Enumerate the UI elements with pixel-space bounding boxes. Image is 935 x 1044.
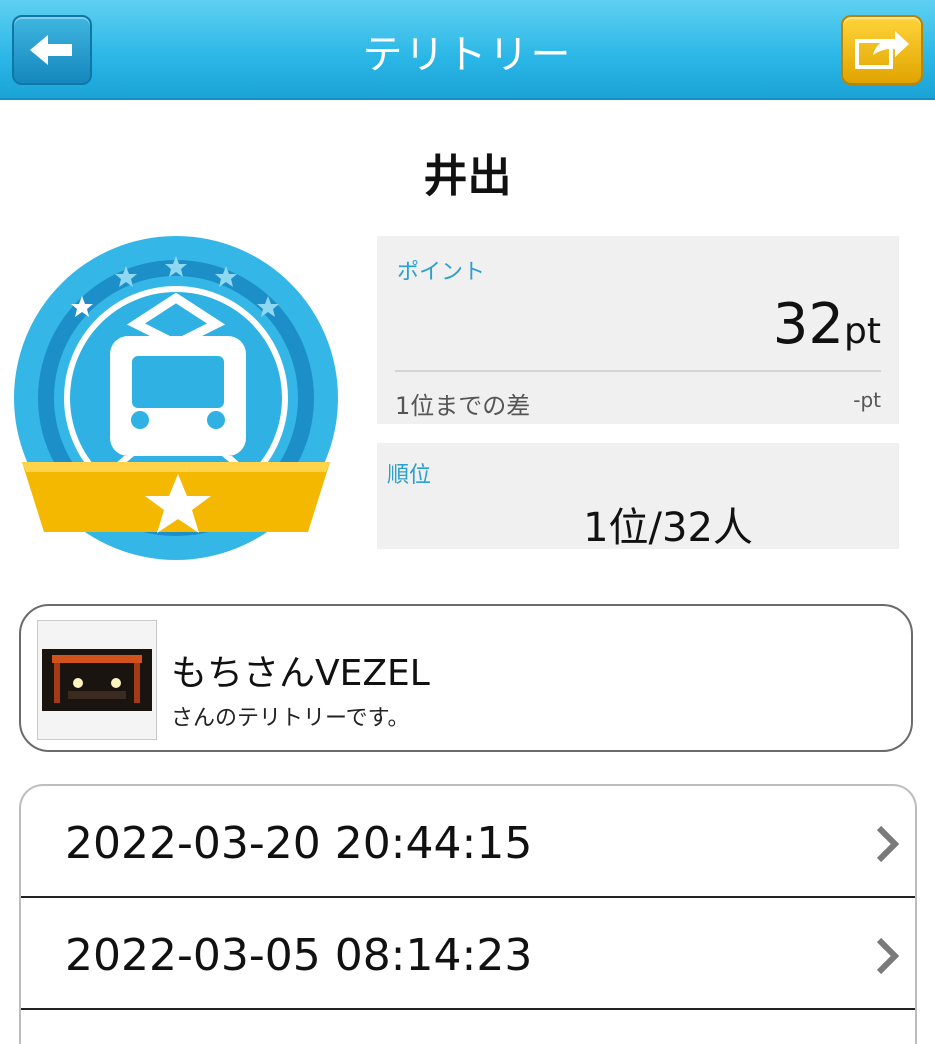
diff-value: -pt bbox=[853, 388, 881, 412]
owner-name: もちさんVEZEL bbox=[171, 653, 430, 694]
top-bar: テリトリー bbox=[0, 0, 935, 100]
territory-name: 井出 bbox=[423, 151, 512, 202]
train-badge-icon bbox=[14, 236, 338, 560]
page-title: テリトリー bbox=[362, 32, 573, 78]
points-label: ポイント bbox=[397, 260, 486, 285]
rank-panel: 順位 1位/32人 bbox=[377, 443, 899, 551]
points-value: 32pt bbox=[773, 292, 881, 357]
history-list: 2022-03-20 20:44:15 2022-03-05 08:14:23 bbox=[19, 784, 917, 1044]
owner-avatar bbox=[37, 620, 157, 740]
share-icon bbox=[855, 31, 909, 69]
history-datetime: 2022-03-20 20:44:15 bbox=[65, 818, 533, 869]
owner-subtitle: さんのテリトリーです。 bbox=[171, 706, 410, 731]
list-item[interactable]: 2022-03-20 20:44:15 bbox=[21, 786, 915, 898]
rank-value: 1位/32人 bbox=[583, 505, 753, 551]
share-button[interactable] bbox=[841, 15, 923, 85]
list-item[interactable]: 2022-03-05 08:14:23 bbox=[21, 898, 915, 1010]
points-unit: pt bbox=[844, 311, 881, 352]
diff-label: 1位までの差 bbox=[395, 392, 531, 420]
rank-label: 順位 bbox=[387, 463, 432, 488]
history-datetime: 2022-03-05 08:14:23 bbox=[65, 930, 533, 981]
divider bbox=[21, 1008, 915, 1010]
points-number: 32 bbox=[772, 292, 845, 357]
avatar-photo-icon bbox=[42, 649, 152, 711]
points-panel: ポイント 32pt 1位までの差 -pt bbox=[377, 236, 899, 424]
owner-card[interactable]: もちさんVEZEL さんのテリトリーです。 bbox=[19, 604, 913, 752]
chevron-right-icon bbox=[876, 825, 900, 863]
divider bbox=[395, 370, 881, 372]
chevron-right-icon bbox=[876, 937, 900, 975]
